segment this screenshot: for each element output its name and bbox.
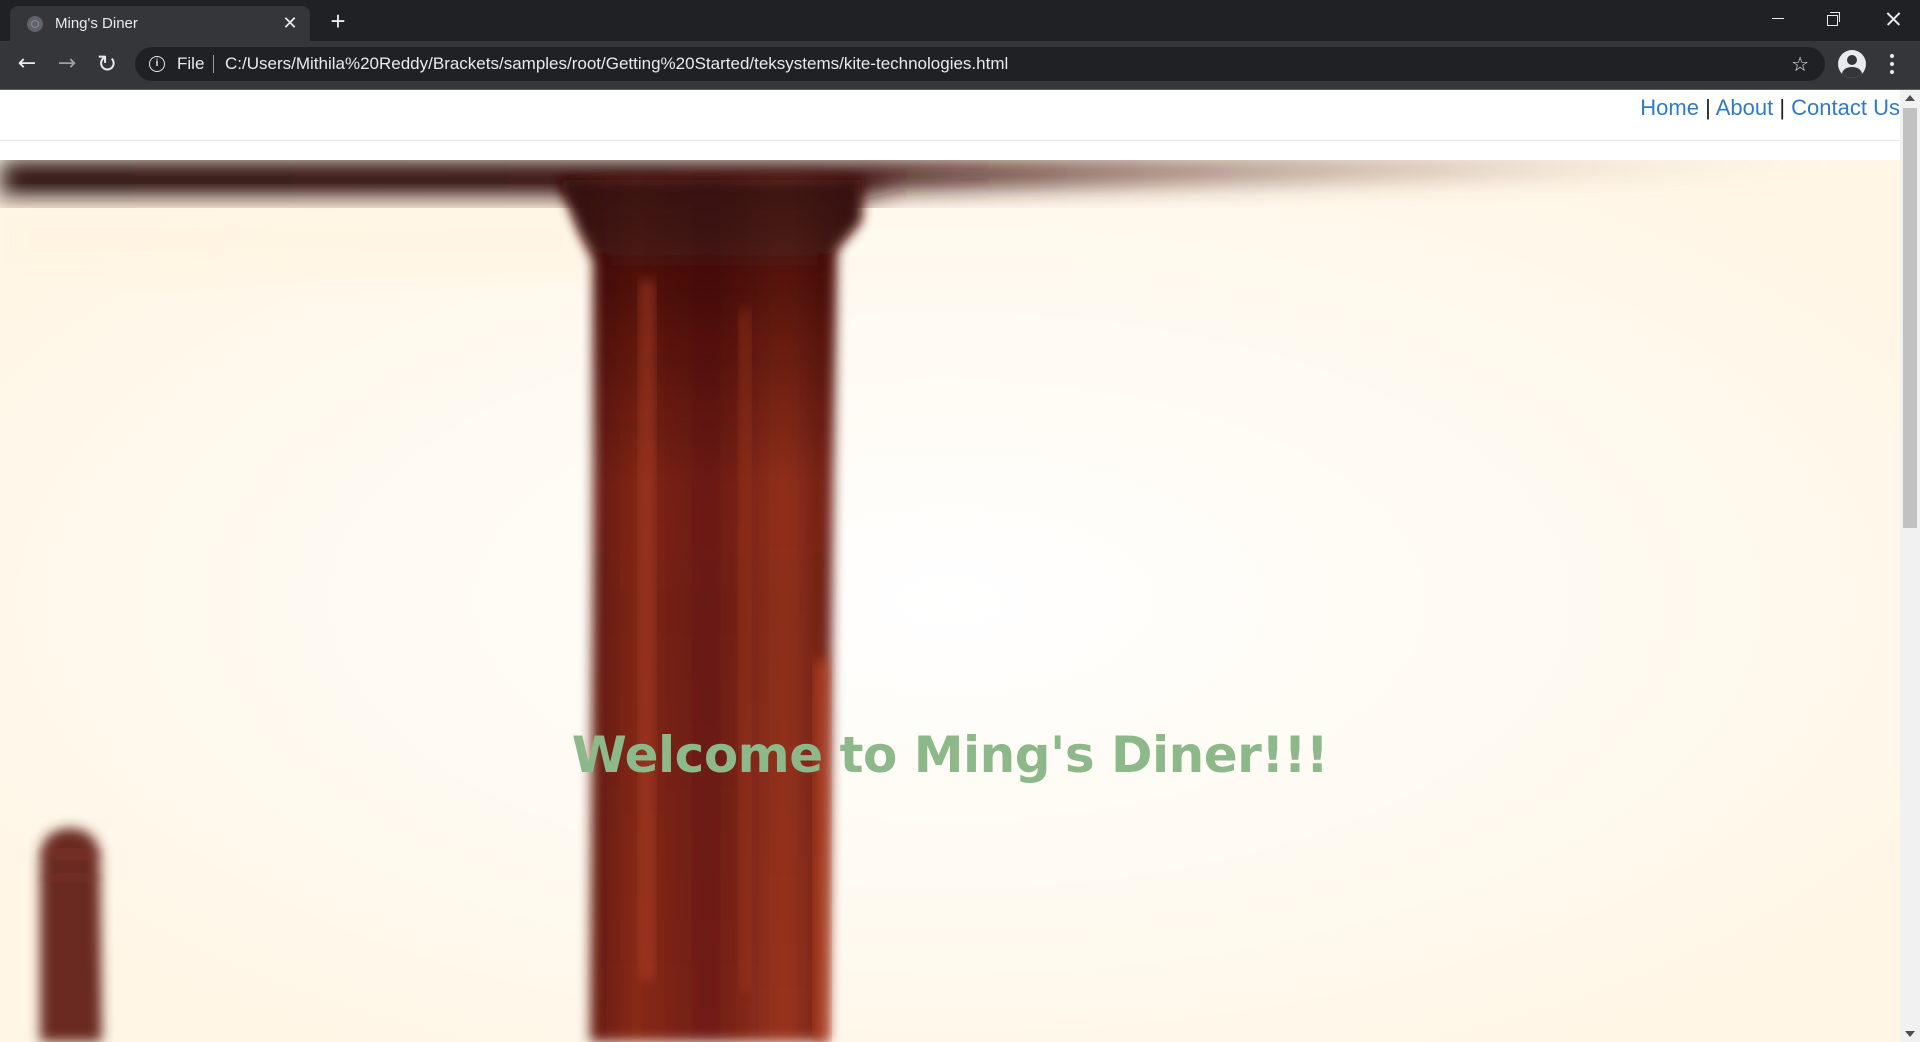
scroll-up-arrow-icon[interactable] [1905,95,1915,101]
site-nav: Home | About | Contact Us [1640,93,1900,123]
nav-separator: | [1779,95,1786,120]
address-bar[interactable]: i File C:/Users/Mithila%20Reddy/Brackets… [135,47,1825,81]
forward-arrow-icon[interactable]: → [52,49,82,79]
url-text[interactable]: C:/Users/Mithila%20Reddy/Brackets/sample… [225,54,1008,74]
restore-window-button[interactable] [1806,0,1862,36]
scroll-down-arrow-icon[interactable] [1905,1031,1915,1037]
close-window-button[interactable] [1864,0,1920,36]
tab-title: Ming's Diner [55,15,138,32]
bookmark-star-icon[interactable]: ☆ [1791,52,1809,76]
back-arrow-icon[interactable]: ← [12,49,42,79]
minimize-window-button[interactable] [1750,0,1806,36]
profile-avatar-icon[interactable] [1838,50,1866,78]
hero-title: Welcome to Ming's Diner!!! [571,726,1329,784]
page-scrollbar[interactable] [1900,90,1920,1042]
new-tab-button[interactable]: + [324,7,352,35]
reload-icon[interactable]: ↻ [92,49,122,79]
nav-separator: | [1705,95,1711,120]
nav-link-home[interactable]: Home [1640,95,1699,120]
page-viewport: Home | About | Contact Us Welcome to Min… [0,90,1920,1042]
browser-tab-strip: Ming's Diner ✕ + [0,0,1920,41]
globe-icon [27,16,43,32]
url-scheme-label: File [177,54,205,73]
scrollbar-thumb[interactable] [1903,108,1917,528]
hero-background-image [0,160,1900,1042]
browser-toolbar: ← → ↻ i File C:/Users/Mithila%20Reddy/Br… [0,41,1920,90]
hero-section: Welcome to Ming's Diner!!! [0,160,1900,1042]
nav-link-contact[interactable]: Contact Us [1791,95,1900,120]
site-header: Home | About | Contact Us [0,90,1900,141]
more-menu-icon[interactable] [1882,49,1902,79]
close-tab-icon[interactable]: ✕ [280,14,300,34]
browser-tab[interactable]: Ming's Diner ✕ [10,6,310,41]
nav-link-about[interactable]: About [1716,95,1774,120]
info-icon[interactable]: i [149,56,165,72]
url-divider [213,55,214,73]
